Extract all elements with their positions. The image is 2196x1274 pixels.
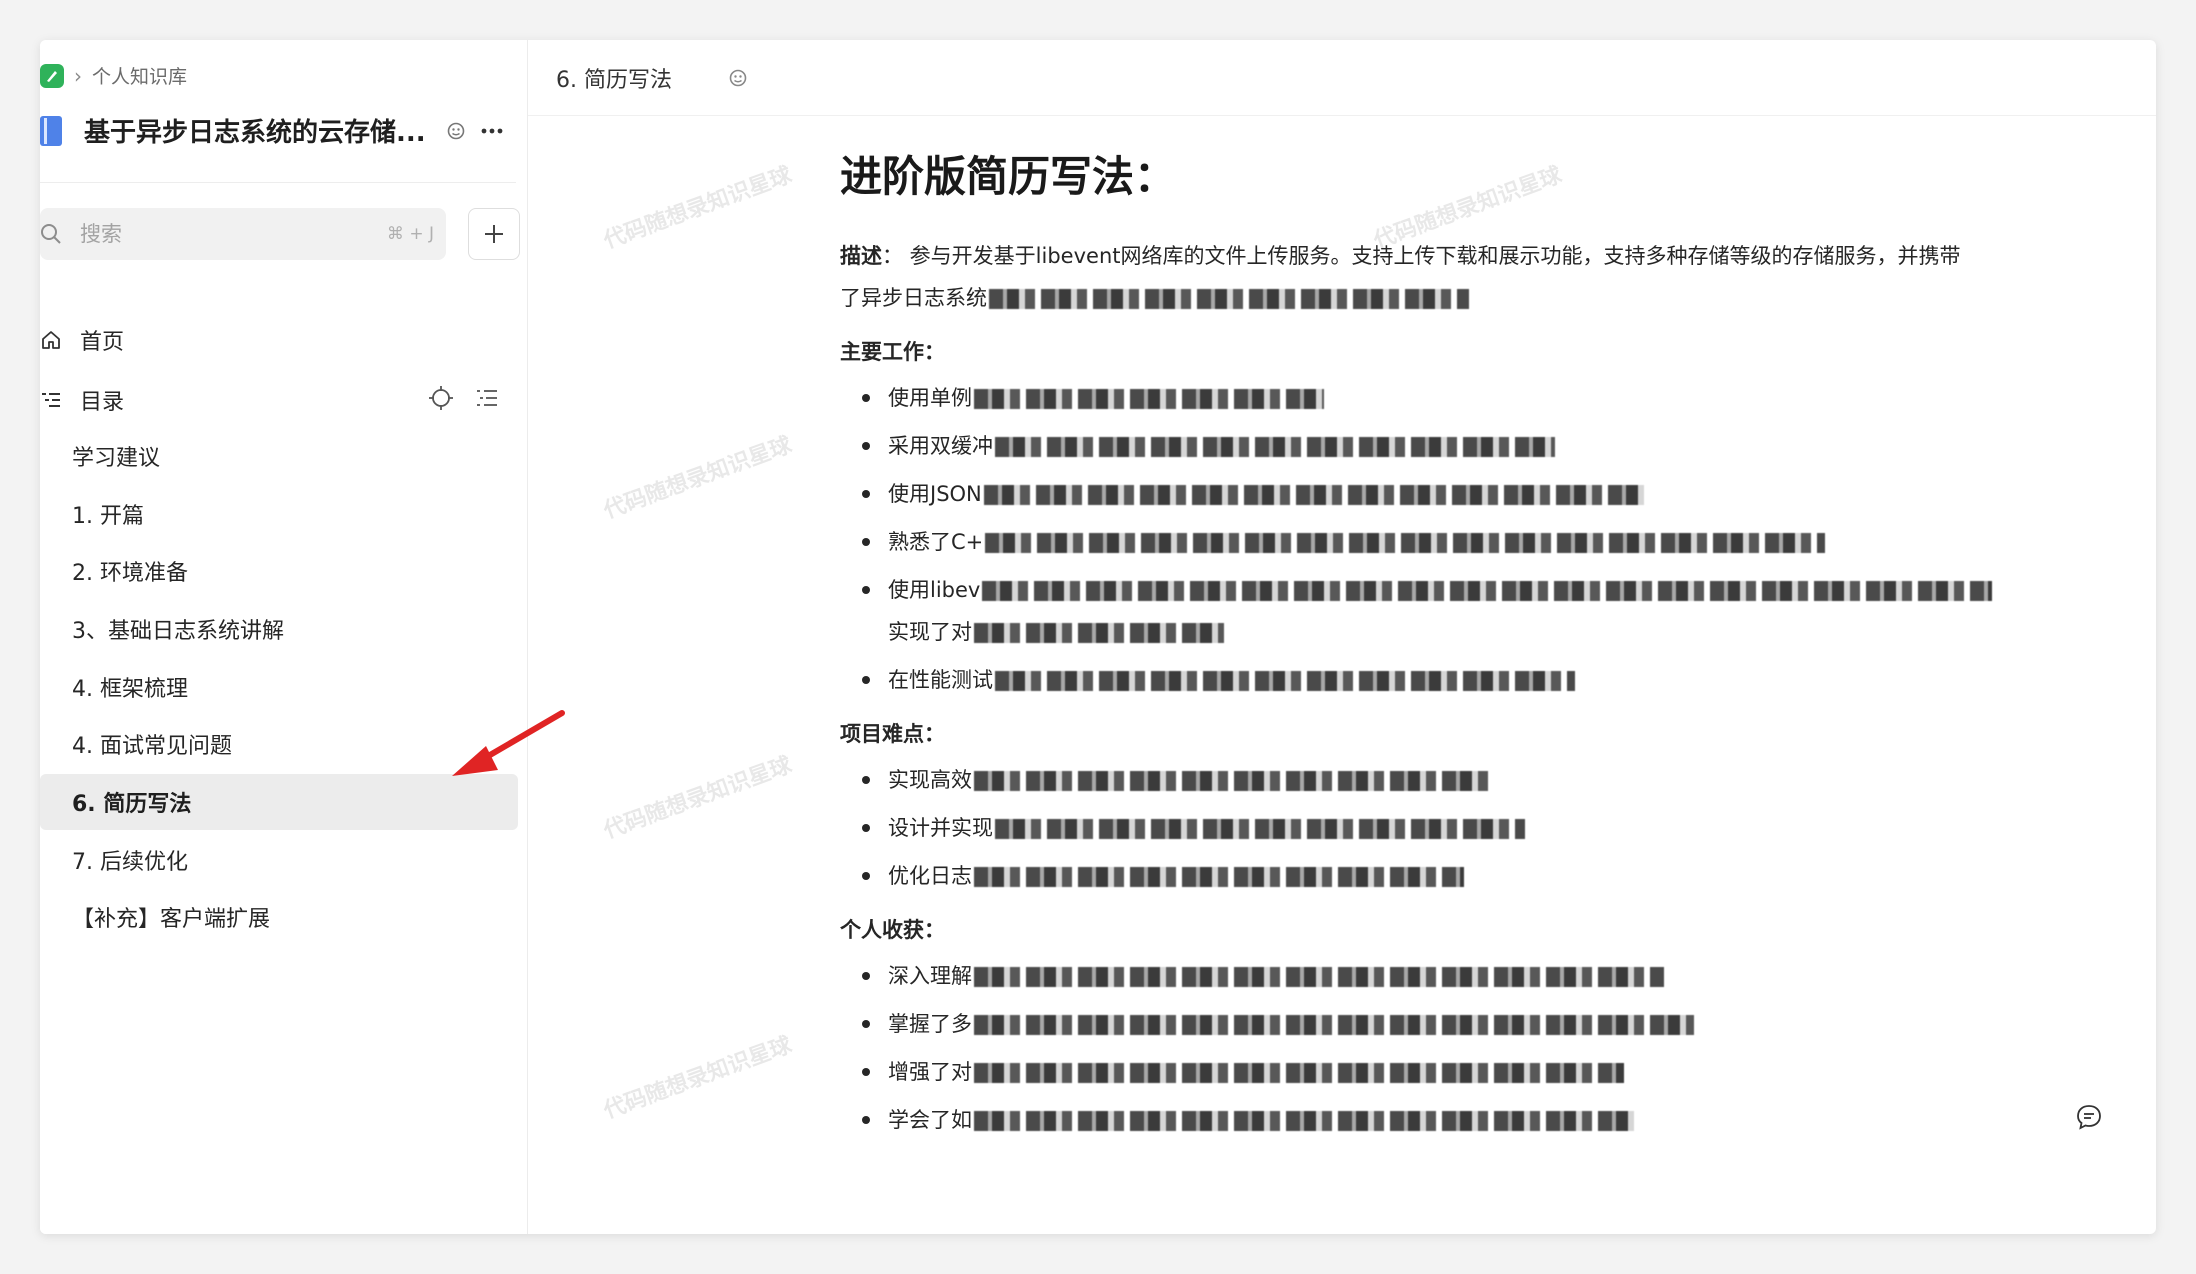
redacted-text <box>974 388 1324 409</box>
list-item: 学会了如 <box>840 1099 2156 1141</box>
list-item: 使用单例 <box>840 377 2156 419</box>
list-item: 在性能测试 <box>840 659 2156 701</box>
watermark: 代码随想录知识星球 <box>600 752 796 844</box>
document-body: 进阶版简历写法： 描述： 参与开发基于libevent网络库的文件上传服务。支持… <box>840 150 2156 1147</box>
nav-home-label: 首页 <box>80 330 125 355</box>
redacted-text <box>974 866 1464 887</box>
doc-heading: 进阶版简历写法： <box>840 152 1177 201</box>
redacted-text <box>974 1110 1634 1131</box>
list-item: 使用JSON <box>840 473 2156 515</box>
list-item: 深入理解 <box>840 955 2156 997</box>
redacted-text <box>974 1062 1624 1083</box>
toc-item[interactable]: 3、基础日志系统讲解 <box>40 601 518 657</box>
nav-home[interactable]: 首页 <box>40 324 510 356</box>
watermark: 代码随想录知识星球 <box>600 1032 796 1124</box>
nav-toc-label: 目录 <box>80 390 125 415</box>
redacted-text <box>995 818 1525 839</box>
search-box[interactable]: ⌘ + J <box>40 208 446 260</box>
outline-toggle-icon[interactable] <box>474 385 500 415</box>
list-item: 使用libev 实现了对 <box>840 569 2156 653</box>
main-work-list: 使用单例 采用双缓冲 使用JSON 熟悉了C+ 使用libev 实现了对 在性能测… <box>840 377 2156 701</box>
redacted-text <box>974 622 1224 643</box>
toc-item-active[interactable]: 6. 简历写法 <box>40 774 518 830</box>
watermark: 代码随想录知识星球 <box>600 432 796 524</box>
watermark: 代码随想录知识星球 <box>600 162 796 254</box>
section-heading-difficulty: 项目难点： <box>840 721 945 746</box>
doc-topbar: 6. 简历写法 <box>528 40 2156 116</box>
sidebar: › 个人知识库 基于异步日志系统的云存储... ⌘ + J <box>40 40 528 1234</box>
list-item: 采用双缓冲 <box>840 425 2156 467</box>
redacted-text <box>982 580 1993 601</box>
list-item: 实现高效 <box>840 759 2156 801</box>
toc-item[interactable]: 1. 开篇 <box>40 486 518 542</box>
redacted-text <box>974 770 1494 791</box>
difficulty-list: 实现高效 设计并实现 优化日志 <box>840 759 2156 897</box>
redacted-text <box>995 436 1555 457</box>
doc-tab-title[interactable]: 6. 简历写法 <box>556 62 672 94</box>
list-item: 掌握了多 <box>840 1003 2156 1045</box>
breadcrumb-root[interactable]: 个人知识库 <box>92 62 187 89</box>
desc-paragraph-cont: 了异步日志系统 <box>840 277 2156 319</box>
book-icon <box>40 115 62 146</box>
breadcrumb: › 个人知识库 <box>40 62 187 89</box>
desc-paragraph: 描述： 参与开发基于libevent网络库的文件上传服务。支持上传下载和展示功能… <box>840 235 2156 277</box>
toc-item[interactable]: 7. 后续优化 <box>40 832 518 888</box>
desc-label: 描述 <box>840 243 882 268</box>
sidebar-divider <box>40 182 516 183</box>
gains-list: 深入理解 掌握了多 增强了对 学会了如 <box>840 955 2156 1141</box>
nav-toc[interactable]: 目录 <box>40 384 510 416</box>
list-item: 熟悉了C+ <box>840 521 2156 563</box>
toc-item[interactable]: 【补充】客户端扩展 <box>40 889 518 945</box>
list-item: 设计并实现 <box>840 807 2156 849</box>
comment-icon[interactable] <box>2072 1100 2106 1134</box>
search-shortcut: ⌘ + J <box>386 224 434 244</box>
share-icon[interactable] <box>438 113 474 149</box>
desc-line2: 了异步日志系统 <box>840 285 987 310</box>
app-window: › 个人知识库 基于异步日志系统的云存储... ⌘ + J <box>40 40 2156 1234</box>
toc-list-icon <box>40 389 80 411</box>
redacted-text <box>974 1014 1694 1035</box>
book-header: 基于异步日志系统的云存储... <box>40 112 510 149</box>
section-heading-gains: 个人收获： <box>840 917 945 942</box>
search-icon <box>40 223 80 245</box>
main-content: 6. 简历写法 代码随想录知识星球 代码随想录知识星球 代码随想录知识星球 代码… <box>528 40 2156 1234</box>
redacted-text <box>995 670 1575 691</box>
list-item: 优化日志 <box>840 855 2156 897</box>
collaborator-icon[interactable] <box>728 68 748 88</box>
book-title[interactable]: 基于异步日志系统的云存储... <box>84 112 438 149</box>
list-item: 增强了对 <box>840 1051 2156 1093</box>
locate-icon[interactable] <box>428 385 454 415</box>
redacted-text <box>983 484 1644 505</box>
chevron-right-icon: › <box>74 63 82 88</box>
redacted-text <box>985 532 1826 553</box>
toc-item[interactable]: 4. 框架梳理 <box>40 659 518 715</box>
section-heading-main-work: 主要工作： <box>840 339 945 364</box>
redacted-text <box>974 966 1664 987</box>
toc-item[interactable]: 4. 面试常见问题 <box>40 716 518 772</box>
toc-item[interactable]: 2. 环境准备 <box>40 543 518 599</box>
redacted-text <box>989 288 1469 309</box>
search-input[interactable] <box>80 222 387 246</box>
more-icon[interactable] <box>474 113 510 149</box>
app-logo-icon[interactable] <box>40 63 64 88</box>
toc-item[interactable]: 学习建议 <box>40 428 518 484</box>
desc-line1: ： 参与开发基于libevent网络库的文件上传服务。支持上传下载和展示功能，支… <box>882 243 1961 268</box>
home-icon <box>40 329 80 351</box>
add-button[interactable] <box>468 208 520 260</box>
